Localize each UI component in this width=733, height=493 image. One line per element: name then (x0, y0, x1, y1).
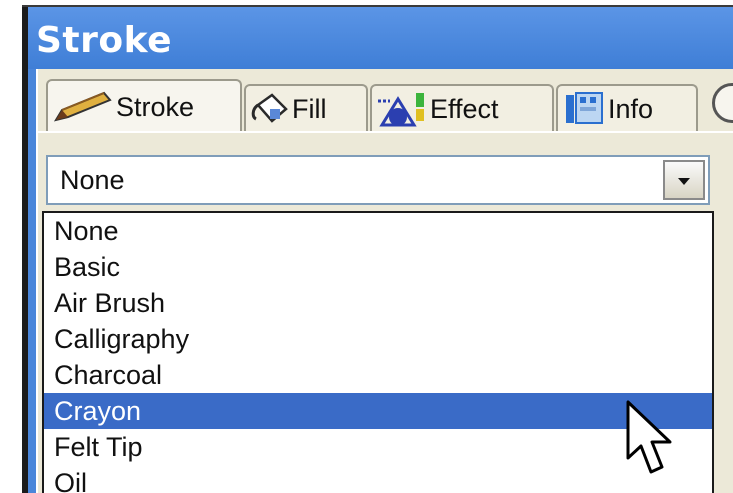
tab-overflow-button[interactable] (712, 83, 733, 123)
list-item-none[interactable]: None (44, 213, 712, 249)
list-item-crayon[interactable]: Crayon (44, 393, 712, 429)
stroke-type-dropdown[interactable]: None (46, 155, 710, 205)
tab-effect[interactable]: Effect (370, 84, 554, 132)
stroke-type-list[interactable]: None Basic Air Brush Calligraphy Charcoa… (42, 211, 714, 493)
tab-info[interactable]: Info (556, 84, 698, 132)
tab-stroke[interactable]: Stroke (46, 79, 242, 133)
effect-icon (376, 91, 428, 127)
list-item-felt-tip[interactable]: Felt Tip (44, 429, 712, 465)
chevron-down-icon (676, 171, 692, 190)
tab-fill[interactable]: Fill (244, 84, 368, 132)
list-item-air-brush[interactable]: Air Brush (44, 285, 712, 321)
list-item-oil[interactable]: Oil (44, 465, 712, 493)
dropdown-value: None (60, 164, 125, 195)
list-item-basic[interactable]: Basic (44, 249, 712, 285)
panel-body: Stroke Fill Effect Info None None Basic … (36, 69, 733, 493)
tab-fill-label: Fill (292, 93, 327, 124)
tab-effect-label: Effect (430, 93, 499, 124)
tab-stroke-label: Stroke (116, 91, 195, 122)
pencil-icon (52, 90, 114, 124)
title-bar[interactable]: Stroke (28, 7, 733, 69)
paint-bucket-icon (250, 91, 290, 127)
stroke-panel: Stroke Stroke Fill Effect Info None None… (28, 7, 733, 493)
window-title: Stroke (36, 20, 173, 61)
dropdown-arrow-button[interactable] (663, 160, 705, 200)
tab-info-label: Info (608, 93, 654, 124)
info-icon (562, 91, 606, 127)
list-item-calligraphy[interactable]: Calligraphy (44, 321, 712, 357)
list-item-charcoal[interactable]: Charcoal (44, 357, 712, 393)
tab-strip-edge (38, 131, 733, 133)
